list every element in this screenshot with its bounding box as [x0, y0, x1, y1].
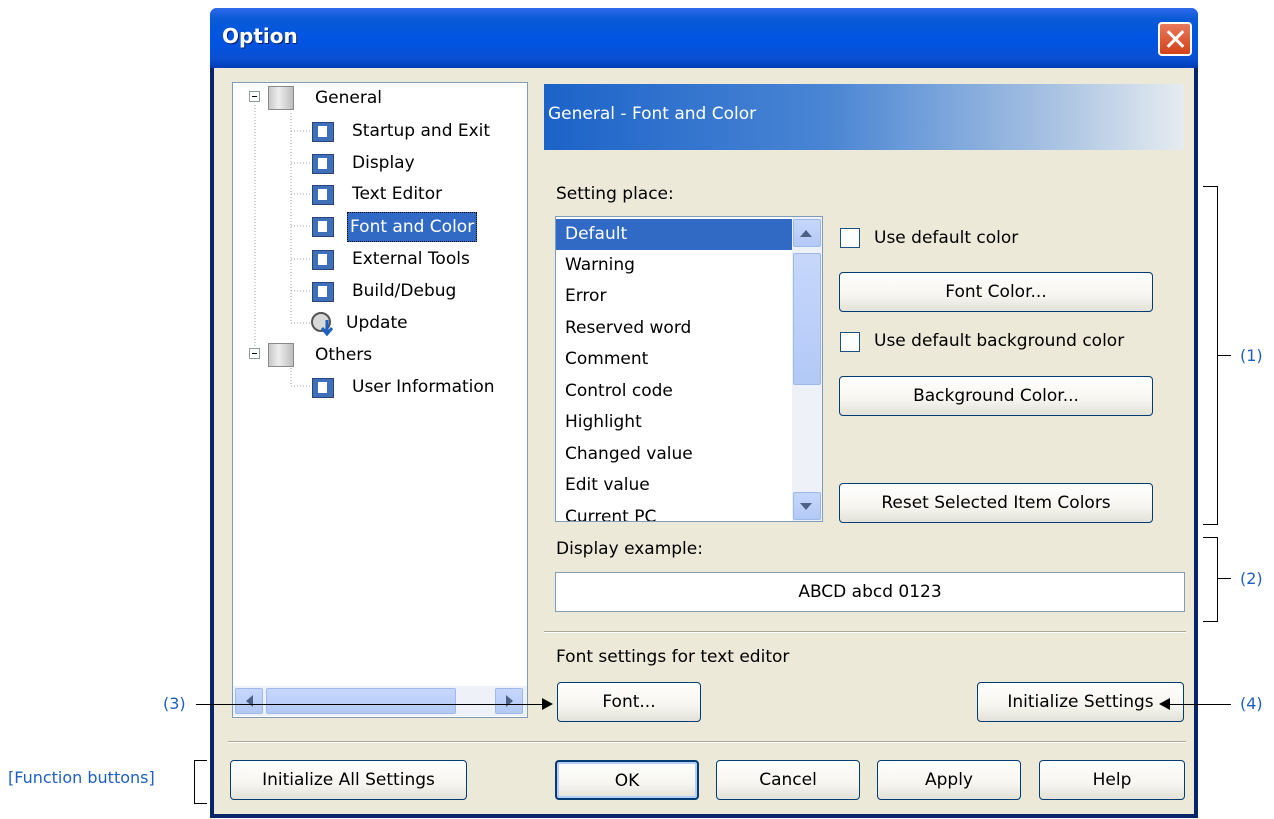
help-button[interactable]: Help — [1039, 760, 1185, 800]
annotation-bracket-2 — [1203, 537, 1218, 622]
use-default-color-checkbox[interactable] — [840, 228, 860, 248]
page-icon — [312, 282, 334, 302]
background-color-button[interactable]: Background Color... — [839, 376, 1153, 416]
initialize-settings-button[interactable]: Initialize Settings — [977, 682, 1184, 722]
list-scroll-thumb[interactable] — [793, 253, 821, 385]
page-icon — [312, 185, 334, 205]
list-item[interactable]: Highlight — [556, 407, 792, 438]
tree-item-build-debug[interactable]: Build/Debug — [352, 277, 456, 305]
annotation-line-2 — [1217, 578, 1231, 579]
annotation-arrow-3 — [196, 704, 544, 705]
panel-header-title: General - Font and Color — [548, 104, 757, 124]
arrow-right-icon — [506, 695, 513, 707]
font-color-button[interactable]: Font Color... — [839, 272, 1153, 312]
annotation-function-buttons: [Function buttons] — [8, 768, 155, 787]
annotation-bracket-function — [194, 760, 207, 804]
arrow-left-icon — [246, 695, 253, 707]
list-item[interactable]: Error — [556, 281, 792, 312]
page-icon — [312, 122, 334, 142]
page-icon — [312, 378, 334, 398]
annotation-bracket-1 — [1203, 186, 1218, 525]
list-item[interactable]: Warning — [556, 250, 792, 281]
arrow-left-icon — [1159, 698, 1170, 710]
tree-item-text-editor[interactable]: Text Editor — [352, 180, 442, 208]
cancel-button[interactable]: Cancel — [716, 760, 860, 800]
tree-item-others[interactable]: Others — [315, 341, 372, 369]
use-default-color-label: Use default color — [874, 228, 1019, 248]
page-icon — [312, 154, 334, 174]
arrow-up-icon — [800, 230, 812, 237]
list-item[interactable]: Edit value — [556, 470, 792, 501]
initialize-all-settings-button[interactable]: Initialize All Settings — [230, 760, 467, 800]
font-button[interactable]: Font... — [557, 682, 701, 722]
arrow-down-icon — [800, 503, 812, 510]
annotation-label-3: (3) — [163, 694, 186, 713]
folder-icon — [268, 343, 294, 367]
tree-item-user-information[interactable]: User Information — [352, 373, 495, 401]
page-icon — [312, 250, 334, 270]
list-item[interactable]: Control code — [556, 376, 792, 407]
tree-item-startup-and-exit[interactable]: Startup and Exit — [352, 117, 490, 145]
tree-item-font-and-color[interactable]: Font and Color — [347, 212, 478, 242]
list-item[interactable]: Reserved word — [556, 313, 792, 344]
window-title: Option — [222, 24, 298, 48]
annotation-label-1: (1) — [1240, 346, 1263, 365]
setting-place-list[interactable]: Default Warning Error Reserved word Comm… — [555, 216, 823, 522]
list-item[interactable]: Default — [556, 219, 792, 250]
arrow-right-icon — [542, 698, 553, 710]
ok-button[interactable]: OK — [555, 760, 699, 800]
list-item[interactable]: Current PC — [556, 502, 792, 521]
separator — [228, 741, 1186, 743]
tree-item-external-tools[interactable]: External Tools — [352, 245, 470, 273]
page-icon — [312, 217, 334, 237]
separator — [544, 631, 1186, 633]
folder-icon — [268, 86, 294, 110]
display-example-box: ABCD abcd 0123 — [555, 572, 1185, 612]
annotation-label-4: (4) — [1240, 694, 1263, 713]
apply-button[interactable]: Apply — [877, 760, 1021, 800]
list-item[interactable]: Changed value — [556, 439, 792, 470]
use-default-background-color-checkbox[interactable] — [840, 332, 860, 352]
close-button[interactable] — [1158, 22, 1192, 56]
annotation-line-1 — [1217, 355, 1231, 356]
list-item[interactable]: Comment — [556, 344, 792, 375]
title-bar[interactable] — [210, 8, 1198, 68]
setting-place-label: Setting place: — [556, 184, 674, 204]
collapse-others-icon[interactable] — [249, 348, 260, 359]
reset-selected-item-colors-button[interactable]: Reset Selected Item Colors — [839, 483, 1153, 523]
update-icon — [311, 312, 334, 336]
tree-item-general[interactable]: General — [315, 84, 382, 112]
scroll-thumb[interactable] — [266, 688, 456, 714]
tree-item-update[interactable]: Update — [346, 309, 408, 337]
collapse-general-icon[interactable] — [249, 91, 260, 102]
display-example-label: Display example: — [556, 539, 703, 559]
tree-item-display[interactable]: Display — [352, 149, 415, 177]
annotation-label-2: (2) — [1240, 569, 1263, 588]
use-default-background-color-label: Use default background color — [874, 331, 1125, 351]
font-settings-label: Font settings for text editor — [556, 647, 790, 667]
annotation-arrow-4 — [1168, 704, 1231, 705]
